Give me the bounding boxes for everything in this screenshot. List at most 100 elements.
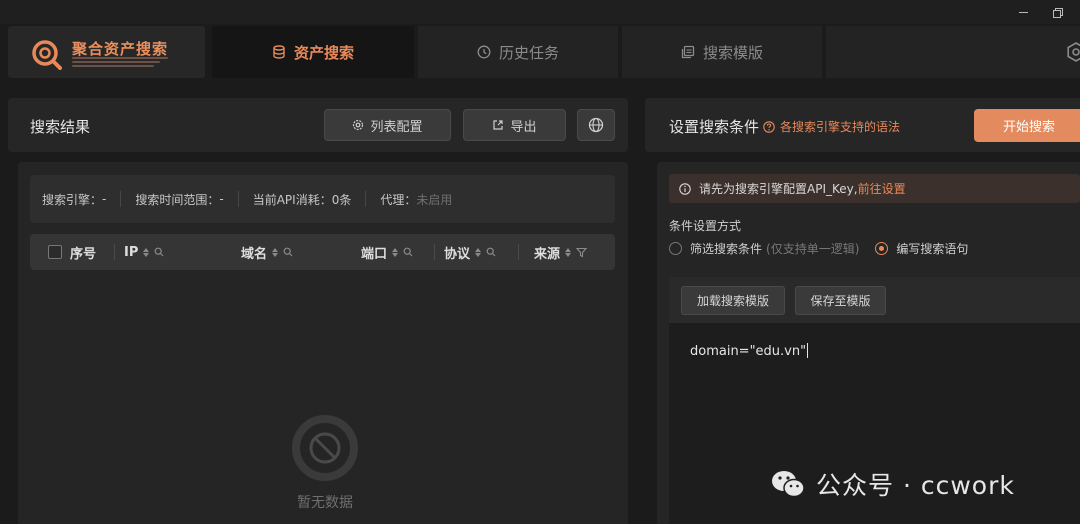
help-icon — [763, 120, 775, 133]
tab-label: 搜索模版 — [702, 43, 763, 62]
search-icon[interactable] — [403, 247, 413, 257]
engine-value: - — [102, 192, 107, 206]
brand-tagline — [72, 57, 172, 67]
no-data-icon — [292, 415, 358, 481]
info-icon — [679, 182, 691, 195]
conditions-header: 设置搜索条件 各搜索引擎支持的语法 开始搜索 — [645, 98, 1080, 152]
sort-icon[interactable] — [475, 248, 481, 257]
results-title: 搜索结果 — [30, 118, 91, 136]
template-icon — [681, 45, 695, 59]
range-label: 搜索时间范围： — [135, 192, 220, 207]
watermark: 公众号 · ccwork — [770, 466, 1015, 502]
brand: 聚合资产搜索 — [8, 26, 205, 78]
syntax-mode-label: 编写搜索语句 — [896, 242, 969, 256]
search-icon[interactable] — [486, 247, 496, 257]
divider — [114, 244, 115, 260]
go-settings-link[interactable]: 前往设置 — [858, 180, 906, 197]
export-label: 导出 — [510, 119, 537, 135]
tab-search-templates[interactable]: 搜索模版 — [622, 26, 822, 78]
tab-settings[interactable] — [826, 26, 1080, 78]
text-caret — [807, 343, 809, 358]
api-key-warning: 请先为搜索引擎配置API_Key, 前往设置 — [669, 174, 1080, 203]
brand-title: 聚合资产搜索 — [72, 40, 169, 58]
col-port-label: 端口 — [361, 246, 388, 262]
sort-icon[interactable] — [565, 248, 571, 257]
divider — [434, 244, 435, 260]
export-icon — [492, 119, 504, 131]
results-panel: 搜索引擎： - 搜索时间范围： - 当前API消耗： 0条 代理： 未启用 序号… — [18, 162, 628, 524]
restore-icon[interactable] — [1050, 4, 1066, 20]
database-icon — [272, 45, 286, 59]
info-api: 当前API消耗： 0条 — [253, 191, 352, 208]
filter-mode-label: 筛选搜索条件 — [690, 242, 763, 256]
settings-icon — [352, 119, 364, 131]
info-range: 搜索时间范围： - — [135, 191, 223, 208]
wechat-icon — [770, 469, 806, 499]
proxy-value: 未启用 — [416, 192, 453, 207]
condition-mode-group: 筛选搜索条件 (仅支持单一逻辑) 编写搜索语句 — [669, 240, 968, 257]
col-ip-label: IP — [124, 244, 139, 260]
filter-mode-note: (仅支持单一逻辑) — [766, 242, 860, 256]
sort-icon[interactable] — [392, 248, 398, 257]
api-label: 当前API消耗： — [252, 192, 332, 207]
results-header: 搜索结果 列表配置 导出 — [8, 98, 628, 152]
gear-icon[interactable] — [1066, 42, 1080, 66]
col-protocol[interactable]: 协议 — [444, 234, 496, 270]
col-domain-label: 域名 — [241, 246, 268, 262]
api-value: 0条 — [331, 192, 352, 207]
query-text: domain="edu.vn" — [690, 344, 807, 359]
start-search-button[interactable]: 开始搜索 — [974, 109, 1080, 142]
info-proxy: 代理： 未启用 — [380, 191, 452, 208]
minimize-icon[interactable] — [1016, 4, 1032, 20]
divider — [237, 191, 239, 207]
column-config-label: 列表配置 — [370, 119, 423, 135]
filter-icon[interactable] — [576, 247, 588, 258]
condition-mode-label: 条件设置方式 — [669, 219, 742, 233]
tab-label: 资产搜索 — [293, 43, 354, 62]
divider — [518, 244, 519, 260]
load-template-button[interactable]: 加载搜索模版 — [681, 286, 785, 315]
save-template-button[interactable]: 保存至模版 — [795, 286, 886, 315]
sort-icon[interactable] — [143, 248, 149, 257]
empty-state-text: 暂无数据 — [297, 495, 353, 511]
watermark-text: 公众号 · ccwork — [816, 471, 1015, 500]
sort-icon[interactable] — [272, 248, 278, 257]
brand-logo-icon — [32, 40, 62, 70]
col-ip[interactable]: IP — [124, 234, 164, 270]
top-nav: 聚合资产搜索 资产搜索 历史任务 搜索模版 — [0, 24, 1080, 80]
table-header: 序号 IP 域名 端口 协议 来源 — [30, 234, 615, 270]
warning-text: 请先为搜索引擎配置API_Key, — [699, 182, 858, 196]
select-all-checkbox[interactable] — [48, 245, 62, 259]
radio-syntax-mode[interactable] — [875, 242, 889, 255]
conditions-title: 设置搜索条件 — [669, 118, 760, 136]
window-titlebar — [0, 0, 1080, 24]
proxy-button[interactable] — [577, 109, 615, 141]
query-text-area[interactable]: domain="edu.vn" — [690, 343, 809, 359]
divider — [365, 191, 367, 207]
editor-toolbar: 加载搜索模版 保存至模版 — [669, 277, 1080, 323]
engine-label: 搜索引擎： — [42, 192, 103, 207]
syntax-help-label: 各搜索引擎支持的语法 — [780, 120, 901, 134]
tab-history-tasks[interactable]: 历史任务 — [418, 26, 618, 78]
col-source-label: 来源 — [534, 246, 561, 262]
col-index: 序号 — [48, 234, 96, 270]
column-config-button[interactable]: 列表配置 — [324, 109, 451, 141]
syntax-help-link[interactable]: 各搜索引擎支持的语法 — [763, 118, 900, 135]
col-index-label: 序号 — [70, 246, 97, 262]
export-button[interactable]: 导出 — [463, 109, 566, 141]
col-protocol-label: 协议 — [444, 246, 471, 262]
range-value: - — [219, 192, 224, 206]
tab-asset-search[interactable]: 资产搜索 — [212, 26, 414, 78]
search-info-bar: 搜索引擎： - 搜索时间范围： - 当前API消耗： 0条 代理： 未启用 — [30, 175, 615, 223]
col-domain[interactable]: 域名 — [241, 234, 293, 270]
info-engine: 搜索引擎： - — [42, 191, 106, 208]
tab-label: 历史任务 — [498, 43, 559, 62]
col-port[interactable]: 端口 — [361, 234, 413, 270]
col-source[interactable]: 来源 — [534, 234, 588, 270]
proxy-label: 代理： — [380, 192, 417, 207]
search-icon[interactable] — [154, 247, 164, 257]
divider — [120, 191, 122, 207]
radio-filter-mode[interactable] — [669, 242, 682, 255]
search-icon[interactable] — [283, 247, 293, 257]
globe-icon — [588, 117, 604, 133]
